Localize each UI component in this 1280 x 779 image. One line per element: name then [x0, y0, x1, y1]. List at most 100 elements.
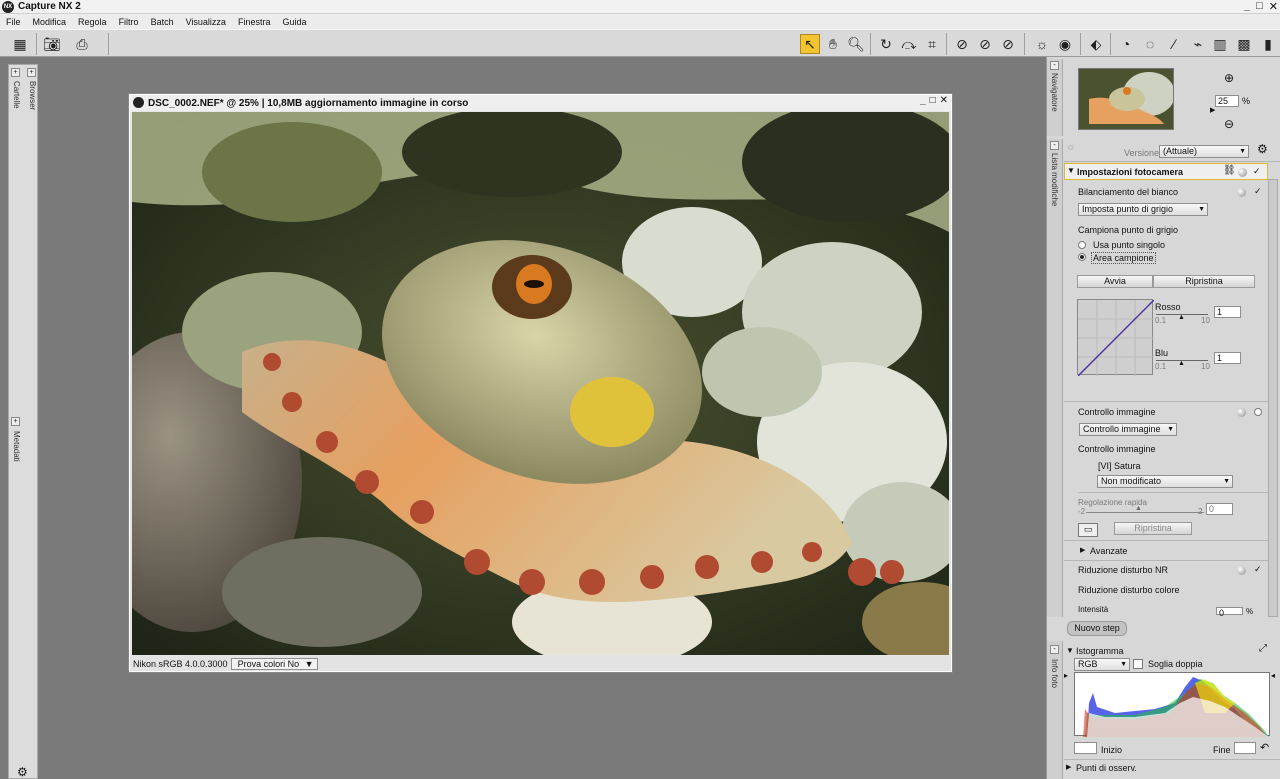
workspace-layout-icon[interactable]: ▦	[10, 34, 30, 54]
quick-slider-handle-icon[interactable]: ▲	[1135, 505, 1142, 512]
toolbar-overflow-icon[interactable]: ▮	[1258, 34, 1278, 54]
menu-filtro[interactable]: Filtro	[113, 17, 145, 27]
tab-lista-modifiche[interactable]: Lista modifiche	[1050, 153, 1059, 206]
expand-icon[interactable]: +	[11, 417, 20, 426]
expand-triangle-icon[interactable]: ▶	[1066, 763, 1071, 771]
wb-check-icon[interactable]: ✓	[1254, 187, 1263, 196]
fill-remove-icon[interactable]: ▩	[1234, 34, 1254, 54]
new-step-button[interactable]: Nuovo step	[1067, 621, 1127, 636]
tab-browser[interactable]: Browser	[28, 81, 37, 110]
red-eye-icon[interactable]: ☼	[1032, 34, 1052, 54]
collapse-triangle-icon[interactable]: ▼	[1067, 166, 1075, 175]
end-input[interactable]	[1234, 742, 1256, 754]
pc-reset-button[interactable]: Ripristina	[1114, 522, 1192, 535]
black-control-point-icon[interactable]: ⊘	[952, 34, 972, 54]
zoom-input[interactable]: 25	[1215, 95, 1239, 107]
advanced-label[interactable]: Avanzate	[1090, 546, 1127, 556]
menu-modifica[interactable]: Modifica	[27, 17, 73, 27]
red-input[interactable]: 1	[1214, 306, 1241, 318]
wb-mode-dropdown[interactable]: Imposta punto di grigio	[1078, 203, 1208, 216]
neutral-control-point-icon[interactable]: ⊘	[975, 34, 995, 54]
image-window-header[interactable]: DSC_0002.NEF* @ 25% | 10,8MB aggiornamen…	[130, 95, 951, 111]
nr-enable-dot-icon[interactable]	[1237, 566, 1246, 575]
image-close-button[interactable]: ✕	[940, 95, 948, 106]
pc-toggle-icon[interactable]	[1254, 408, 1262, 416]
camera-settings-header[interactable]: ▼ Impostazioni fotocamera ⛓ ✓	[1064, 163, 1268, 180]
wb-reset-button[interactable]: Ripristina	[1153, 275, 1255, 288]
zoom-slider-arrow-icon[interactable]: ▶	[1210, 106, 1215, 114]
picture-control-utility-icon[interactable]: ▭	[1078, 523, 1098, 537]
tab-cartelle[interactable]: Cartelle	[12, 81, 21, 109]
auto-retouch-brush-icon[interactable]: ⬖	[1086, 34, 1106, 54]
collapse-icon[interactable]: -	[1050, 141, 1059, 150]
edit-list-scrollbar[interactable]	[1268, 179, 1278, 617]
zoom-in-icon[interactable]: ⊕	[1224, 71, 1234, 85]
image-maximize-button[interactable]: □	[930, 95, 936, 106]
histogram-right-arrow-icon[interactable]: ◂	[1271, 671, 1275, 680]
selection-control-point-icon[interactable]: ◌	[1140, 34, 1160, 54]
blue-slider-handle-icon[interactable]: ▲	[1178, 360, 1185, 367]
camera-icon[interactable]: 📷︎	[42, 34, 62, 54]
tab-info-foto[interactable]: Info foto	[1050, 659, 1059, 688]
color-control-point-icon[interactable]: ◔	[1116, 34, 1136, 54]
quick-adjust-slider[interactable]	[1086, 512, 1204, 513]
reset-arrow-icon[interactable]: ↶	[1260, 741, 1269, 754]
double-threshold-checkbox[interactable]	[1133, 659, 1143, 669]
navigator-thumbnail[interactable]	[1078, 68, 1174, 130]
menu-regola[interactable]: Regola	[72, 17, 113, 27]
single-point-radio[interactable]	[1078, 241, 1086, 249]
edit-list-side-tab[interactable]: - Lista modifiche	[1047, 139, 1063, 617]
wb-enable-dot-icon[interactable]	[1237, 188, 1246, 197]
version-dropdown[interactable]: (Attuale)	[1159, 145, 1249, 158]
menu-visualizza[interactable]: Visualizza	[180, 17, 232, 27]
lasso-icon[interactable]: ⌁	[1188, 34, 1208, 54]
blue-input[interactable]: 1	[1214, 352, 1241, 364]
photo-canvas[interactable]	[132, 112, 949, 655]
wb-curve-graph[interactable]	[1077, 299, 1155, 377]
sample-area-radio[interactable]	[1078, 253, 1086, 261]
pc-enable-dot-icon[interactable]	[1237, 408, 1246, 417]
collapse-triangle-icon[interactable]: ▼	[1066, 646, 1074, 655]
nr-check-icon[interactable]: ✓	[1254, 565, 1263, 574]
hand-tool-icon[interactable]: ✋︎	[823, 34, 843, 54]
histogram-settings-icon[interactable]: ⤢	[1259, 643, 1267, 654]
minimize-button[interactable]: _	[1244, 0, 1250, 13]
start-button[interactable]: Avvia	[1077, 275, 1153, 288]
settings-gear-icon[interactable]: ⚙	[17, 765, 28, 779]
enable-dot-icon[interactable]	[1238, 168, 1247, 177]
maximize-button[interactable]: □	[1256, 0, 1263, 13]
eye-icon[interactable]: ◉	[1055, 34, 1075, 54]
expand-icon[interactable]: +	[27, 68, 36, 77]
zoom-out-icon[interactable]: ⊖	[1224, 117, 1234, 131]
watch-points-label[interactable]: Punti di osserv.	[1076, 763, 1137, 773]
white-control-point-icon[interactable]: ⊘	[998, 34, 1018, 54]
histogram-chart[interactable]	[1074, 672, 1270, 737]
red-slider-handle-icon[interactable]: ▲	[1178, 314, 1185, 321]
tab-metadati[interactable]: Metadati	[12, 431, 21, 462]
picture-preset-dropdown[interactable]: Non modificato	[1097, 475, 1233, 488]
menu-file[interactable]: File	[0, 17, 27, 27]
photo-info-side-tab[interactable]: - Info foto	[1047, 641, 1063, 779]
menu-guida[interactable]: Guida	[276, 17, 312, 27]
image-minimize-button[interactable]: _	[920, 95, 926, 106]
tab-navigatore[interactable]: Navigatore	[1050, 73, 1059, 112]
link-icon[interactable]: ⛓	[1223, 165, 1236, 176]
expand-triangle-icon[interactable]: ▶	[1080, 546, 1085, 554]
collapse-icon[interactable]: -	[1050, 61, 1059, 70]
apply-check-icon[interactable]: ✓	[1253, 167, 1262, 176]
start-input[interactable]	[1074, 742, 1097, 754]
collapse-icon[interactable]: -	[1050, 645, 1059, 654]
histogram-channel-dropdown[interactable]: RGB	[1074, 658, 1130, 671]
quick-adjust-input[interactable]: 0	[1206, 503, 1233, 515]
direct-select-tool-icon[interactable]: ↖	[800, 34, 820, 54]
picture-control-dropdown[interactable]: Controllo immagine	[1079, 423, 1177, 436]
intensity-input[interactable]: 0	[1216, 607, 1243, 618]
menu-finestra[interactable]: Finestra	[232, 17, 277, 27]
output-icon[interactable]: ⎙	[72, 34, 92, 54]
close-button[interactable]: ✕	[1269, 0, 1278, 13]
straighten-icon[interactable]: ⤼	[899, 34, 919, 54]
navigator-side-tab[interactable]: - Navigatore	[1047, 59, 1063, 136]
proof-colors-dropdown[interactable]: Prova colori No ▼	[230, 657, 318, 670]
gradient-icon[interactable]: ▥	[1210, 34, 1230, 54]
histogram-left-arrow-icon[interactable]: ▸	[1064, 671, 1068, 680]
